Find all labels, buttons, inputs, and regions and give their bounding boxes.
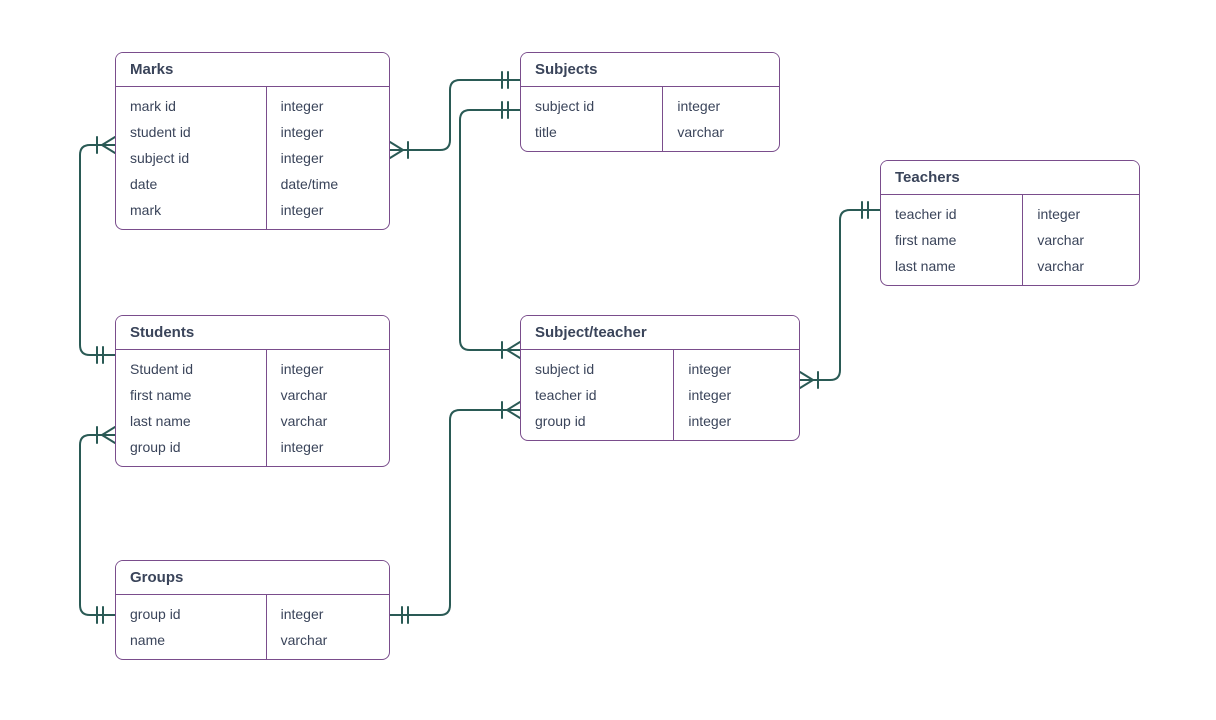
field-name: title [521, 119, 662, 145]
field-type: integer [674, 356, 799, 382]
field-name: first name [116, 382, 266, 408]
crowsfoot-icon [102, 427, 115, 443]
field-type: varchar [267, 627, 389, 653]
entity-title: Students [116, 316, 389, 350]
field-name: teacher id [521, 382, 673, 408]
crowsfoot-icon [390, 142, 403, 158]
field-type: integer [267, 93, 389, 119]
field-name: group id [116, 434, 266, 460]
field-name: subject id [521, 93, 662, 119]
crowsfoot-icon [507, 402, 520, 418]
field-name: student id [116, 119, 266, 145]
field-type: integer [674, 382, 799, 408]
entity-subjects[interactable]: Subjects subject id title integer varcha… [520, 52, 780, 152]
entity-students[interactable]: Students Student id first name last name… [115, 315, 390, 467]
connector-students-groups [80, 435, 115, 615]
entity-body: subject id teacher id group id integer i… [521, 350, 799, 440]
field-type: integer [267, 356, 389, 382]
connector-groups-subjectteacher [390, 410, 520, 615]
field-name: group id [521, 408, 673, 434]
entity-body: Student id first name last name group id… [116, 350, 389, 466]
crowsfoot-icon [102, 137, 115, 153]
field-name: date [116, 171, 266, 197]
field-type: varchar [267, 382, 389, 408]
entity-body: group id name integer varchar [116, 595, 389, 659]
entity-body: mark id student id subject id date mark … [116, 87, 389, 229]
connector-subjectteacher-teachers [800, 210, 880, 380]
field-type: integer [267, 119, 389, 145]
entity-title: Subject/teacher [521, 316, 799, 350]
field-name: last name [881, 253, 1022, 279]
entity-title: Groups [116, 561, 389, 595]
field-type: integer [267, 145, 389, 171]
field-type: integer [267, 601, 389, 627]
field-type: varchar [1023, 227, 1139, 253]
field-name: last name [116, 408, 266, 434]
connector-marks-subjects [390, 80, 520, 150]
connector-subjects-subjectteacher [460, 110, 520, 350]
field-name: subject id [116, 145, 266, 171]
entity-body: teacher id first name last name integer … [881, 195, 1139, 285]
crowsfoot-icon [800, 372, 813, 388]
entity-title: Marks [116, 53, 389, 87]
entity-title: Subjects [521, 53, 779, 87]
er-diagram-canvas: Marks mark id student id subject id date… [0, 0, 1216, 720]
field-type: varchar [663, 119, 779, 145]
field-name: mark id [116, 93, 266, 119]
connector-marks-students [80, 145, 115, 355]
field-type: integer [1023, 201, 1139, 227]
field-type: varchar [267, 408, 389, 434]
entity-teachers[interactable]: Teachers teacher id first name last name… [880, 160, 1140, 286]
field-type: integer [663, 93, 779, 119]
field-name: first name [881, 227, 1022, 253]
field-type: date/time [267, 171, 389, 197]
field-name: teacher id [881, 201, 1022, 227]
entity-marks[interactable]: Marks mark id student id subject id date… [115, 52, 390, 230]
entity-groups[interactable]: Groups group id name integer varchar [115, 560, 390, 660]
field-type: integer [267, 434, 389, 460]
field-type: integer [674, 408, 799, 434]
field-name: subject id [521, 356, 673, 382]
entity-body: subject id title integer varchar [521, 87, 779, 151]
crowsfoot-icon [507, 342, 520, 358]
entity-subject-teacher[interactable]: Subject/teacher subject id teacher id gr… [520, 315, 800, 441]
field-type: integer [267, 197, 389, 223]
field-type: varchar [1023, 253, 1139, 279]
field-name: Student id [116, 356, 266, 382]
entity-title: Teachers [881, 161, 1139, 195]
field-name: name [116, 627, 266, 653]
field-name: group id [116, 601, 266, 627]
field-name: mark [116, 197, 266, 223]
